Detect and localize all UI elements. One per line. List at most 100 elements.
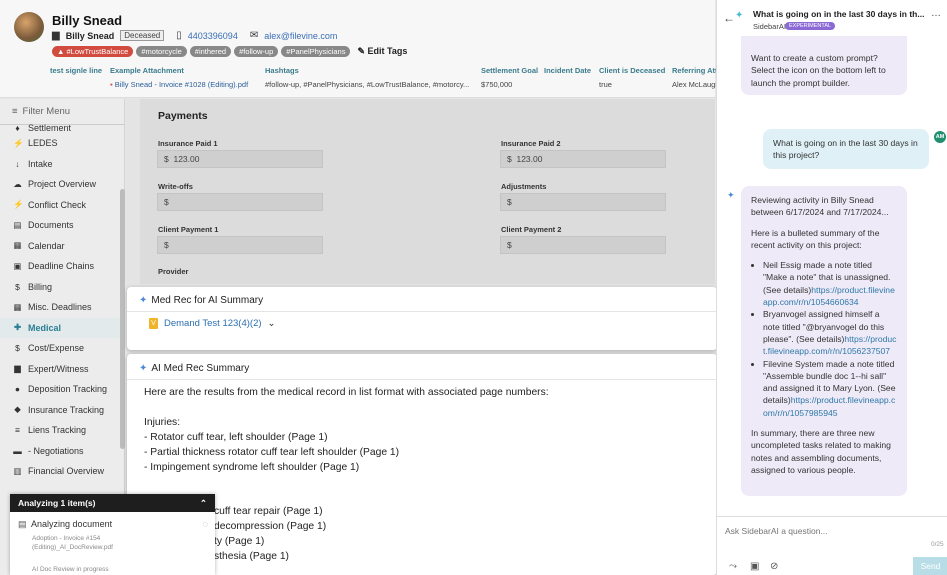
sidebar-item-ledes[interactable]: ⚡ LEDES xyxy=(0,133,125,154)
sparkle-icon: ✦ xyxy=(735,10,744,21)
sidebar-item-deadline-chains[interactable]: ▣ Deadline Chains xyxy=(0,256,125,277)
calendar-icon: ▦ xyxy=(13,240,22,251)
more-icon[interactable]: … xyxy=(931,8,941,19)
char-count: 0/25 xyxy=(931,541,944,548)
user-avatar: AM xyxy=(934,131,946,143)
chat-title: What is going on in the last 30 days in … xyxy=(753,9,925,19)
chat-header: ← ✦ What is going on in the last 30 days… xyxy=(717,0,947,36)
field-settlement-goal: Settlement Goal $750,000 xyxy=(481,66,539,89)
pdf-icon: ▪ xyxy=(110,80,113,89)
divider xyxy=(127,379,717,380)
analyzing-header[interactable]: Analyzing 1 item(s) ⌃ xyxy=(10,494,215,512)
chevron-down-icon: ⌄ xyxy=(267,318,276,329)
insurance-paid-2-input[interactable]: $ 123.00 xyxy=(500,150,666,168)
deceased-badge: Deceased xyxy=(120,30,165,41)
document-icon[interactable]: ▣ xyxy=(750,561,759,572)
chat-input[interactable] xyxy=(725,523,941,539)
pencil-icon: ✎ xyxy=(357,46,366,56)
spinner-icon: ◌ xyxy=(202,519,208,529)
project-header: Billy Snead ▆ Billy Snead Deceased ▯ 440… xyxy=(0,0,716,98)
procedure-item: decompression (Page 1) xyxy=(214,521,327,532)
sidebar-item-documents[interactable]: ▤ Documents xyxy=(0,215,125,236)
document-icon: ▤ xyxy=(18,519,27,529)
client-payment-2-input[interactable]: $ xyxy=(500,236,666,254)
calendar-icon: ▦ xyxy=(13,301,22,312)
reply-intro: Reviewing activity in Billy Snead betwee… xyxy=(751,195,889,218)
calendar-icon: ▣ xyxy=(13,260,22,271)
med-rec-card: ✦ Med Rec for AI Summary V Demand Test 1… xyxy=(127,287,717,350)
injury-item: - Partial thickness rotator cuff tear le… xyxy=(144,447,400,458)
tag[interactable]: #follow-up xyxy=(234,46,279,57)
provider-label: Provider xyxy=(158,267,189,276)
tag[interactable]: #inthered xyxy=(189,46,232,57)
adjustments-input[interactable]: $ xyxy=(500,193,666,211)
avatar[interactable] xyxy=(14,12,44,42)
sidebar-item-financial-overview[interactable]: ▥ Financial Overview xyxy=(0,461,125,482)
sidebar-item-calendar[interactable]: ▦ Calendar xyxy=(0,236,125,257)
client-payment-2-label: Client Payment 2 xyxy=(501,225,562,234)
person-icon: ▆ xyxy=(52,30,60,41)
payments-title: Payments xyxy=(158,110,208,122)
edit-tags-button[interactable]: ✎ Edit Tags xyxy=(357,46,407,57)
procedure-list: cuff tear repair (Page 1) decompression … xyxy=(214,504,326,564)
reply-lead: Here is a bulleted summary of the recent… xyxy=(751,227,880,250)
client-name[interactable]: Billy Snead xyxy=(52,13,122,28)
info-icon: ● xyxy=(14,384,21,395)
analyzing-row: ▤ Analyzing document ◌ xyxy=(18,519,208,529)
gavel-icon: ♦ xyxy=(15,123,20,133)
sidebar-item-misc-deadlines[interactable]: ▦ Misc. Deadlines xyxy=(0,297,125,318)
bolt-icon: ⚡ xyxy=(13,199,24,210)
send-button[interactable]: Send xyxy=(913,557,947,575)
sidebar-scrollbar[interactable] xyxy=(120,189,125,449)
prompt-builder-icon[interactable]: ⤳ xyxy=(729,561,737,572)
back-arrow-icon[interactable]: ← xyxy=(723,11,735,25)
cloud-icon: ☁ xyxy=(13,178,22,189)
project-fields: test signle line Example Attachment ▪ Bi… xyxy=(50,66,716,89)
client-payment-1-input[interactable]: $ xyxy=(157,236,323,254)
document-icon: V xyxy=(149,318,158,329)
liens-icon: ≡ xyxy=(15,425,20,436)
injury-item: - Rotator cuff tear, left shoulder (Page… xyxy=(144,432,328,443)
sidebar-item-expert-witness[interactable]: ▆ Expert/Witness xyxy=(0,359,125,380)
sidebar-item-billing[interactable]: $ Billing xyxy=(0,277,125,298)
ai-summary-card: ✦ AI Med Rec Summary Here are the result… xyxy=(127,354,717,575)
reply-bullets: Neil Essig made a note titled "Make a no… xyxy=(751,259,897,419)
check-circle-icon[interactable]: ⊘ xyxy=(770,561,778,572)
field-example-attachment: Example Attachment ▪ Billy Snead - Invoi… xyxy=(110,66,249,89)
sidebar-item-project-overview[interactable]: ☁ Project Overview xyxy=(0,174,125,195)
sparkle-icon: ✦ xyxy=(139,295,148,306)
user-message: What is going on in the last 30 days in … xyxy=(763,129,929,169)
medical-icon: ✚ xyxy=(13,322,22,333)
tag-list: ▲ #LowTrustBalance #motorcycle #inthered… xyxy=(52,46,407,57)
phone-link[interactable]: 4403396094 xyxy=(188,31,238,41)
tag[interactable]: ▲ #LowTrustBalance xyxy=(52,46,134,57)
sidebar-item-cost-expense[interactable]: $ Cost/Expense xyxy=(0,338,125,359)
sidebar-item-negotiations[interactable]: ▬ - Negotiations xyxy=(0,441,125,462)
procedure-item: sthesia (Page 1) xyxy=(214,551,289,562)
sidebar-item-insurance-tracking[interactable]: ◆ Insurance Tracking xyxy=(0,400,125,421)
sidebar-item-medical[interactable]: ✚ Medical xyxy=(0,317,125,338)
sparkle-icon: ✦ xyxy=(139,363,148,374)
sidebar-item-settlement[interactable]: ♦ Settlement xyxy=(0,121,125,133)
sidebar-item-intake[interactable]: ↓ Intake xyxy=(0,154,125,175)
sidebar-item-conflict-check[interactable]: ⚡ Conflict Check xyxy=(0,195,125,216)
document-select[interactable]: V Demand Test 123(4)(2) ⌄ xyxy=(149,318,275,329)
reply-bullet: Filevine System made a note titled "Asse… xyxy=(763,358,897,419)
insurance-paid-1-input[interactable]: $ 123.00 xyxy=(157,150,323,168)
field-hashtags: Hashtags #follow-up, #PanelPhysicians, #… xyxy=(265,66,470,89)
email-link[interactable]: alex@filevine.com xyxy=(264,31,337,41)
sidebar-item-liens-tracking[interactable]: ≡ Liens Tracking xyxy=(0,420,125,441)
reply-bullet: Bryanvogel assigned himself a note title… xyxy=(763,308,897,357)
tag[interactable]: #motorcycle xyxy=(136,46,187,57)
tag[interactable]: #PanelPhysicians xyxy=(281,46,351,57)
write-offs-input[interactable]: $ xyxy=(157,193,323,211)
field-incident-date: Incident Date xyxy=(544,66,592,75)
chevron-up-icon[interactable]: ⌃ xyxy=(200,498,207,508)
med-rec-title: ✦ Med Rec for AI Summary xyxy=(139,295,264,306)
ai-avatar-icon: ✦ xyxy=(727,190,735,200)
procedure-item: cuff tear repair (Page 1) xyxy=(214,506,323,517)
injuries-heading: Injuries: xyxy=(144,417,181,428)
experimental-badge: EXPERIMENTAL xyxy=(785,22,836,30)
filter-icon: ≡ xyxy=(12,106,18,117)
sidebar-item-deposition-tracking[interactable]: ● Deposition Tracking xyxy=(0,379,125,400)
